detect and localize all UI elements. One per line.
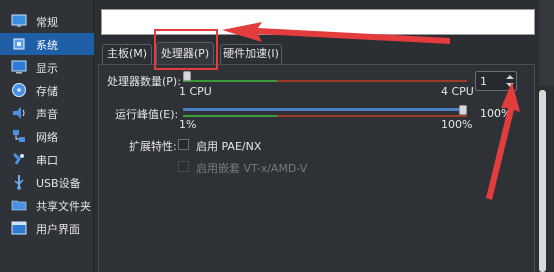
sidebar-item-label: 声音: [36, 108, 58, 121]
execution-cap-spinbox[interactable]: 100%: [475, 103, 517, 123]
settings-sidebar: 常规 系统 显示 存储 声音 网络 串口 USB设备 共享文件夹 用户界面: [0, 0, 94, 272]
sidebar-item-label: 存储: [36, 85, 58, 98]
extended-features-label: 扩展特性:: [129, 140, 177, 153]
display-icon: [11, 60, 27, 74]
sidebar-item-label: 常规: [36, 16, 58, 29]
chip-icon: [13, 38, 25, 50]
serial-port-icon: [12, 152, 24, 165]
sidebar-item-network[interactable]: 网络: [0, 125, 94, 147]
pae-nx-checkbox[interactable]: [178, 139, 189, 150]
disk-icon: [12, 83, 26, 97]
sidebar-item-shared-folders[interactable]: 共享文件夹: [0, 194, 94, 216]
execution-cap-slider[interactable]: [183, 105, 467, 117]
sidebar-item-label: 网络: [36, 131, 58, 144]
tab-motherboard[interactable]: 主板(M): [102, 44, 152, 64]
execution-cap-max: 100%: [441, 118, 473, 131]
folder-icon: [11, 200, 27, 211]
tab-acceleration[interactable]: 硬件加速(I): [220, 44, 282, 64]
speaker-icon: [13, 107, 25, 119]
scrollbar-thumb[interactable]: [539, 90, 546, 272]
window-icon: [11, 221, 27, 235]
right-gutter: [539, 0, 554, 86]
sidebar-item-label: USB设备: [36, 177, 81, 190]
sidebar-item-label: 系统: [36, 39, 58, 52]
execution-cap-label: 运行峰值(E):: [115, 108, 179, 121]
sidebar-item-label: 用户界面: [36, 223, 80, 236]
arrow-down-icon: [506, 83, 514, 87]
highlight-box: [154, 29, 218, 70]
sidebar-item-user-interface[interactable]: 用户界面: [0, 217, 94, 239]
pae-nx-label[interactable]: 启用 PAE/NX: [196, 138, 261, 154]
sidebar-item-label: 串口: [36, 154, 58, 167]
sidebar-item-audio[interactable]: 声音: [0, 102, 94, 124]
sidebar-item-storage[interactable]: 存储: [0, 79, 94, 101]
processor-count-slider[interactable]: [183, 71, 467, 82]
sidebar-item-label: 显示: [36, 62, 58, 75]
processor-count-min: 1 CPU: [179, 85, 212, 98]
processor-panel: 处理器数量(P): 1 CPU 4 CPU 1 运行峰值(E): 1% 100%…: [98, 64, 535, 272]
processor-count-max: 4 CPU: [441, 85, 474, 98]
usb-icon: [14, 175, 24, 190]
spinbox-arrows[interactable]: [504, 72, 516, 90]
sidebar-item-system[interactable]: 系统: [0, 33, 94, 55]
nested-vtx-label: 启用嵌套 VT-x/AMD-V: [196, 162, 308, 175]
sidebar-item-serial[interactable]: 串口: [0, 148, 94, 170]
sidebar-item-label: 共享文件夹: [36, 200, 91, 213]
network-icon: [13, 130, 25, 142]
sidebar-item-usb[interactable]: USB设备: [0, 171, 94, 193]
sidebar-item-general[interactable]: 常规: [0, 10, 94, 32]
vertical-scrollbar[interactable]: [538, 90, 547, 272]
sidebar-item-display[interactable]: 显示: [0, 56, 94, 78]
nested-vtx-checkbox[interactable]: [178, 161, 189, 172]
execution-cap-slider-handle[interactable]: [459, 105, 467, 115]
monitor-icon: [11, 14, 27, 27]
execution-cap-value: 100%: [480, 107, 512, 120]
processor-count-label: 处理器数量(P):: [107, 75, 181, 88]
processor-count-spinbox[interactable]: 1: [475, 71, 517, 91]
processor-count-value: 1: [480, 75, 487, 88]
arrow-up-icon: [506, 75, 514, 79]
execution-cap-min: 1%: [179, 118, 197, 131]
processor-count-slider-handle[interactable]: [183, 71, 191, 81]
